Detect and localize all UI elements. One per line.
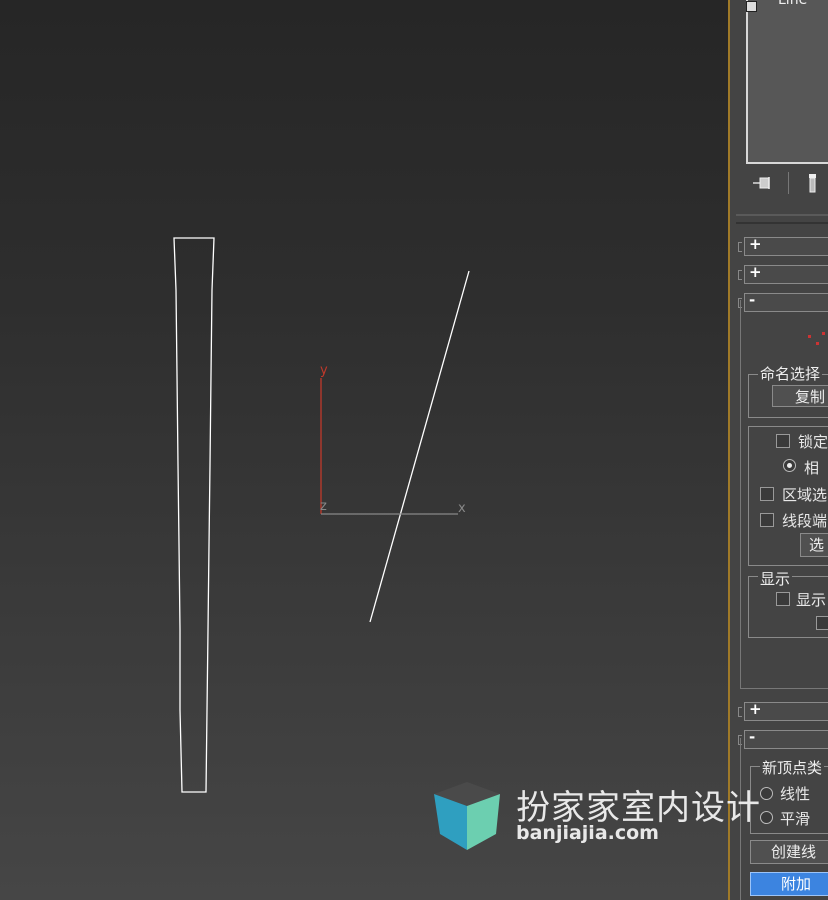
lock-checkbox[interactable] bbox=[776, 434, 790, 448]
vertex-dot bbox=[808, 335, 811, 338]
vertex-dot bbox=[822, 332, 825, 335]
copy-button[interactable]: 复制 bbox=[772, 385, 828, 407]
rollout-2[interactable]: + bbox=[744, 263, 828, 284]
rollout-bracket bbox=[738, 707, 742, 717]
rollout-1[interactable]: + bbox=[744, 235, 828, 256]
attach-button[interactable]: 附加 bbox=[750, 872, 828, 896]
show-label: 显示 bbox=[796, 591, 827, 609]
toolbar-separator bbox=[788, 172, 789, 194]
segment-end-checkbox[interactable] bbox=[760, 513, 774, 527]
rollout-bracket bbox=[738, 270, 742, 280]
list-item-visibility-icon[interactable] bbox=[746, 1, 757, 12]
y-axis-label: y bbox=[320, 363, 328, 378]
named-selection-title: 命名选择 bbox=[758, 363, 823, 384]
panel-separator bbox=[736, 214, 828, 216]
lock-label: 锁定 bbox=[798, 433, 828, 451]
select-button[interactable]: 选 bbox=[800, 533, 828, 557]
viewport-canvas[interactable]: y z x bbox=[0, 0, 728, 900]
pin-stack-icon[interactable] bbox=[752, 174, 774, 192]
command-panel: Line + + - 命名选择 复制 锁定 相 区域选 线段端 选 显示 显示 … bbox=[730, 0, 828, 900]
linear-label: 线性 bbox=[780, 785, 811, 803]
watermark-subtitle: banjiajia.com bbox=[516, 822, 659, 844]
new-vertex-title: 新顶点类 bbox=[760, 757, 825, 778]
show-end-result-icon[interactable] bbox=[806, 172, 820, 194]
leg-profile-shape[interactable] bbox=[173, 237, 215, 793]
relative-label: 相 bbox=[804, 459, 820, 477]
panel-separator-2 bbox=[736, 222, 828, 224]
rollout-3[interactable]: + bbox=[744, 700, 828, 721]
modifier-stack-list[interactable]: Line bbox=[746, 0, 828, 164]
viewport[interactable]: y z x bbox=[0, 0, 728, 900]
display-option-checkbox[interactable] bbox=[816, 616, 828, 630]
segment-end-label: 线段端 bbox=[782, 512, 828, 530]
z-axis-label: z bbox=[320, 499, 327, 514]
watermark: 扮家家室内设计 banjiajia.com bbox=[430, 780, 770, 850]
watermark-cube-logo bbox=[434, 782, 500, 850]
x-axis-label: x bbox=[458, 501, 466, 516]
area-select-label: 区域选 bbox=[782, 486, 828, 504]
spline-line[interactable] bbox=[369, 270, 470, 623]
list-item-line[interactable]: Line bbox=[778, 0, 807, 8]
smooth-label: 平滑 bbox=[780, 810, 811, 828]
display-title: 显示 bbox=[758, 568, 793, 589]
show-checkbox[interactable] bbox=[776, 592, 790, 606]
area-select-checkbox[interactable] bbox=[760, 487, 774, 501]
relative-radio[interactable] bbox=[783, 459, 796, 472]
vertex-dot bbox=[816, 342, 819, 345]
rollout-bracket bbox=[738, 242, 742, 252]
